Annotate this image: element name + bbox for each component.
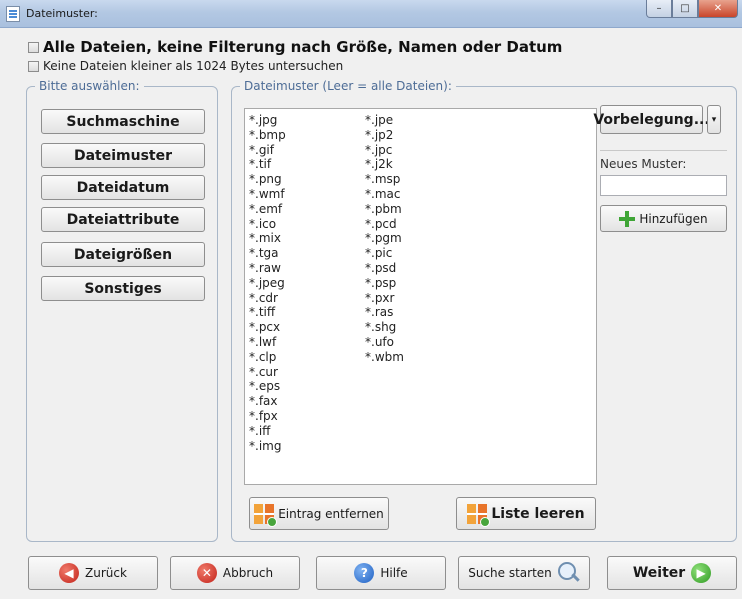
- document-icon: [6, 6, 20, 22]
- patterns-group-legend: Dateimuster (Leer = alle Dateien):: [240, 79, 456, 93]
- pattern-column-2: *.jpe *.jp2 *.jpc *.j2k *.msp *.mac *.pbm *.pcd…: [365, 113, 404, 365]
- list-clear-icon: [467, 503, 491, 527]
- pattern-list-item[interactable]: *.ras: [365, 305, 404, 320]
- pattern-list-item[interactable]: *.raw: [249, 261, 286, 276]
- nav-button-suchmaschine[interactable]: Suchmaschine: [41, 109, 205, 134]
- title-bar: Dateimuster: – □ ✕: [0, 0, 742, 28]
- pattern-list-item[interactable]: *.wmf: [249, 187, 286, 202]
- pattern-list-item[interactable]: *.cur: [249, 365, 286, 380]
- pattern-list-item[interactable]: *.mac: [365, 187, 404, 202]
- help-button[interactable]: ? Hilfe: [316, 556, 446, 590]
- pattern-list-item[interactable]: *.wbm: [365, 350, 404, 365]
- cancel-icon: ✕: [196, 563, 217, 583]
- all-files-label: Alle Dateien, keine Filterung nach Größe…: [43, 38, 563, 56]
- back-button[interactable]: ◀ Zurück: [28, 556, 158, 590]
- pattern-list-item[interactable]: *.pgm: [365, 231, 404, 246]
- pattern-list-item[interactable]: *.jpc: [365, 143, 404, 158]
- pattern-list-item[interactable]: *.img: [249, 439, 286, 454]
- pattern-list-item[interactable]: *.j2k: [365, 157, 404, 172]
- start-search-label: Suche starten: [468, 566, 552, 580]
- help-icon: ?: [354, 563, 375, 583]
- clear-list-label: Liste leeren: [491, 505, 585, 522]
- pattern-list-item[interactable]: *.eps: [249, 379, 286, 394]
- arrow-right-icon: ▶: [691, 563, 712, 583]
- pattern-list-item[interactable]: *.pic: [365, 246, 404, 261]
- pattern-list-item[interactable]: *.clp: [249, 350, 286, 365]
- close-button[interactable]: ✕: [698, 0, 738, 18]
- window-controls: – □ ✕: [646, 0, 738, 18]
- pattern-list-item[interactable]: *.cdr: [249, 291, 286, 306]
- patterns-group: Dateimuster (Leer = alle Dateien): *.jpg…: [231, 79, 737, 542]
- pattern-list-item[interactable]: *.pcd: [365, 217, 404, 232]
- min-size-option[interactable]: Keine Dateien kleiner als 1024 Bytes unt…: [28, 59, 343, 73]
- pattern-list-item[interactable]: *.psp: [365, 276, 404, 291]
- pattern-list-item[interactable]: *.pcx: [249, 320, 286, 335]
- help-label: Hilfe: [380, 566, 408, 580]
- nav-button-dateiattribute[interactable]: Dateiattribute: [41, 207, 205, 232]
- pattern-list-item[interactable]: *.pbm: [365, 202, 404, 217]
- nav-button-dateimuster[interactable]: Dateimuster: [41, 143, 205, 168]
- new-pattern-label: Neues Muster:: [600, 157, 687, 171]
- pattern-list-item[interactable]: *.bmp: [249, 128, 286, 143]
- preset-button[interactable]: Vorbelegung...: [593, 105, 710, 134]
- pattern-list-item[interactable]: *.iff: [249, 424, 286, 439]
- next-button[interactable]: Weiter ▶: [607, 556, 737, 590]
- nav-button-sonstiges[interactable]: Sonstiges: [41, 276, 205, 301]
- pattern-list-item[interactable]: *.emf: [249, 202, 286, 217]
- selection-group-legend: Bitte auswählen:: [35, 79, 144, 93]
- divider: [600, 150, 727, 151]
- selection-group: Bitte auswählen: Suchmaschine Dateimuste…: [26, 79, 218, 542]
- pattern-list-item[interactable]: *.tif: [249, 157, 286, 172]
- pattern-list-item[interactable]: *.ico: [249, 217, 286, 232]
- pattern-list-item[interactable]: *.psd: [365, 261, 404, 276]
- pattern-list-item[interactable]: *.mix: [249, 231, 286, 246]
- pattern-list-item[interactable]: *.shg: [365, 320, 404, 335]
- cancel-label: Abbruch: [222, 566, 274, 580]
- pattern-column-1: *.jpg *.bmp *.gif *.tif *.png *.wmf *.emf *.ico…: [249, 113, 286, 453]
- remove-entry-button[interactable]: Eintrag entfernen: [249, 497, 389, 530]
- add-button-label: Hinzufügen: [639, 211, 708, 226]
- back-label: Zurück: [85, 566, 127, 580]
- start-search-button[interactable]: Suche starten: [458, 556, 590, 590]
- pattern-list[interactable]: *.jpg *.bmp *.gif *.tif *.png *.wmf *.emf *.ico…: [244, 108, 597, 485]
- pattern-list-item[interactable]: *.ufo: [365, 335, 404, 350]
- search-icon: [557, 562, 580, 584]
- add-button[interactable]: Hinzufügen: [600, 205, 727, 232]
- pattern-list-item[interactable]: *.jpg: [249, 113, 286, 128]
- all-files-option[interactable]: Alle Dateien, keine Filterung nach Größe…: [28, 38, 562, 56]
- pattern-list-item[interactable]: *.jpe: [365, 113, 404, 128]
- min-size-checkbox[interactable]: [28, 60, 39, 72]
- new-pattern-input[interactable]: [600, 175, 727, 196]
- preset-dropdown-button[interactable]: ▾: [707, 105, 721, 134]
- pattern-list-item[interactable]: *.jpeg: [249, 276, 286, 291]
- next-label: Weiter: [632, 565, 686, 581]
- plus-icon: [619, 210, 636, 227]
- clear-list-button[interactable]: Liste leeren: [456, 497, 596, 530]
- cancel-button[interactable]: ✕ Abbruch: [170, 556, 300, 590]
- pattern-list-item[interactable]: *.tga: [249, 246, 286, 261]
- window-title: Dateimuster:: [26, 7, 98, 20]
- arrow-left-icon: ◀: [59, 563, 80, 583]
- list-remove-icon: [254, 503, 278, 527]
- pattern-list-item[interactable]: *.fpx: [249, 409, 286, 424]
- minimize-button[interactable]: –: [646, 0, 672, 18]
- pattern-list-item[interactable]: *.gif: [249, 143, 286, 158]
- pattern-list-item[interactable]: *.png: [249, 172, 286, 187]
- pattern-list-item[interactable]: *.jp2: [365, 128, 404, 143]
- pattern-list-item[interactable]: *.lwf: [249, 335, 286, 350]
- remove-entry-label: Eintrag entfernen: [278, 506, 384, 521]
- min-size-label: Keine Dateien kleiner als 1024 Bytes unt…: [43, 59, 344, 73]
- pattern-list-item[interactable]: *.pxr: [365, 291, 404, 306]
- all-files-checkbox[interactable]: [28, 41, 39, 53]
- pattern-list-item[interactable]: *.msp: [365, 172, 404, 187]
- pattern-list-item[interactable]: *.tiff: [249, 305, 286, 320]
- chevron-down-icon: ▾: [711, 114, 717, 125]
- maximize-button[interactable]: □: [672, 0, 698, 18]
- pattern-list-item[interactable]: *.fax: [249, 394, 286, 409]
- nav-button-dateidatum[interactable]: Dateidatum: [41, 175, 205, 200]
- nav-button-dateigroessen[interactable]: Dateigrößen: [41, 242, 205, 267]
